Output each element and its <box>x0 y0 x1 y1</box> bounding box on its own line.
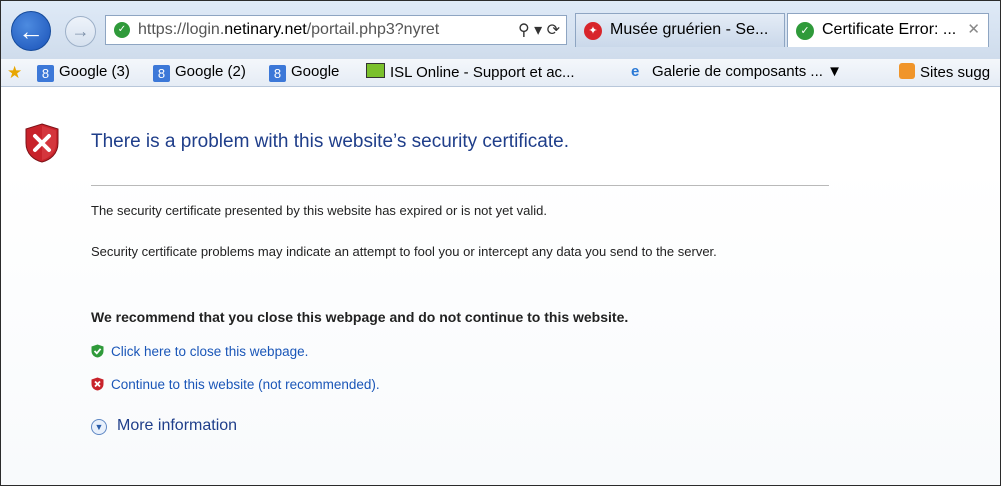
green-shield-check-icon <box>91 344 104 358</box>
red-shield-x-icon <box>91 377 104 391</box>
favorites-star-icon[interactable]: ★ <box>7 63 22 83</box>
page-title: There is a problem with this website’s s… <box>91 131 569 152</box>
url-text[interactable]: https://login.netinary.net/portail.php3?… <box>138 21 439 39</box>
monitor-icon <box>366 63 385 78</box>
google-icon: 8 <box>269 65 286 82</box>
favorite-google-2[interactable]: 8 Google (2) <box>153 63 246 82</box>
google-icon: 8 <box>153 65 170 82</box>
close-webpage-link[interactable]: Click here to close this webpage. <box>91 344 308 359</box>
warning-description: Security certificate problems may indica… <box>91 244 717 259</box>
red-bird-icon: ✦ <box>584 22 602 40</box>
favorite-google-3[interactable]: 8 Google (3) <box>37 63 130 82</box>
close-tab-icon[interactable]: ✕ <box>967 20 980 38</box>
favorite-isl-online[interactable]: ISL Online - Support et ac... <box>366 63 575 81</box>
forward-arrow-icon: → <box>71 21 90 41</box>
dropdown-arrow-icon[interactable]: ▾ <box>534 22 542 39</box>
divider <box>91 185 829 186</box>
navigation-bar: ← → ✓ https://login.netinary.net/portail… <box>1 1 1000 59</box>
tab-certificate-error[interactable]: ✓ Certificate Error: ... ✕ <box>787 13 989 47</box>
browser-chrome: ← → ✓ https://login.netinary.net/portail… <box>1 1 1000 87</box>
favorite-sites-suggeres[interactable]: Sites sugg <box>899 63 990 81</box>
favorite-galerie-composants[interactable]: e Galerie de composants ... ▼ <box>631 63 842 80</box>
error-description: The security certificate presented by th… <box>91 203 547 218</box>
more-information-toggle[interactable]: ▼ More information <box>91 417 237 435</box>
chevron-down-icon: ▼ <box>91 419 107 435</box>
google-icon: 8 <box>37 65 54 82</box>
error-shield-icon <box>25 123 59 163</box>
error-page: There is a problem with this website’s s… <box>1 87 1000 485</box>
address-bar-tools: ⚲ ▾ ⟳ <box>518 20 560 40</box>
green-shield-icon: ✓ <box>796 22 814 40</box>
search-icon[interactable]: ⚲ <box>518 22 530 39</box>
browser-window: ← → ✓ https://login.netinary.net/portail… <box>0 0 1001 486</box>
forward-button[interactable]: → <box>65 16 96 47</box>
favorites-bar: ★ 8 Google (3) 8 Google (2) 8 Google ISL On… <box>1 59 1000 87</box>
back-button[interactable]: ← <box>11 11 51 51</box>
back-arrow-icon: ← <box>18 15 44 46</box>
suggested-sites-icon <box>899 63 915 79</box>
continue-to-website-link[interactable]: Continue to this website (not recommende… <box>91 377 380 392</box>
tab-title: Certificate Error: ... <box>822 21 957 38</box>
favorite-google[interactable]: 8 Google <box>269 63 339 82</box>
recommendation-text: We recommend that you close this webpage… <box>91 309 629 325</box>
address-bar[interactable]: ✓ https://login.netinary.net/portail.php… <box>105 15 567 45</box>
ie-icon: e <box>631 63 640 80</box>
tab-musee-gruerien[interactable]: ✦ Musée gruérien - Se... <box>575 13 785 47</box>
refresh-icon[interactable]: ⟳ <box>547 22 560 39</box>
secure-site-icon: ✓ <box>114 22 130 38</box>
tab-title: Musée gruérien - Se... <box>610 21 769 38</box>
